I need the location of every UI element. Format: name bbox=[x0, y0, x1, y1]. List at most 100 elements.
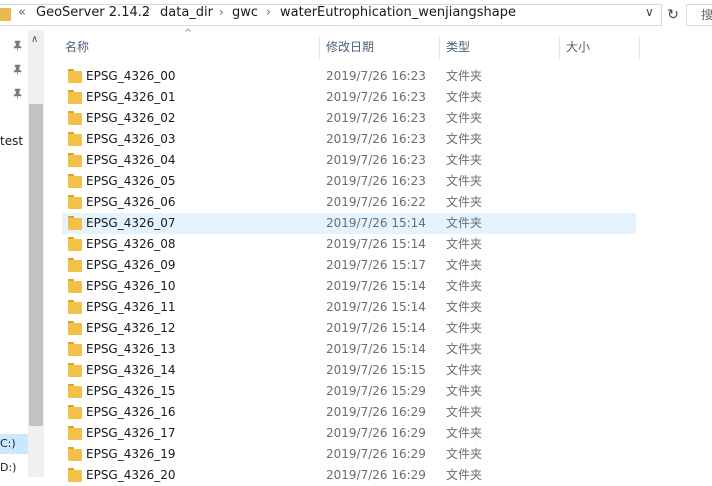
nav-scrollbar-thumb[interactable] bbox=[29, 104, 43, 426]
folder-icon bbox=[68, 111, 82, 125]
overflow-chevron[interactable]: « bbox=[18, 5, 26, 20]
file-name[interactable]: EPSG_4326_02 bbox=[86, 108, 176, 129]
file-row[interactable]: EPSG_4326_13 2019/7/26 15:14 文件夹 bbox=[62, 339, 636, 360]
file-type: 文件夹 bbox=[446, 132, 483, 146]
file-name[interactable]: EPSG_4326_14 bbox=[86, 360, 176, 381]
file-type: 文件夹 bbox=[446, 216, 483, 230]
file-row[interactable]: EPSG_4326_06 2019/7/26 16:22 文件夹 bbox=[62, 192, 636, 213]
file-row[interactable]: EPSG_4326_10 2019/7/26 15:14 文件夹 bbox=[62, 276, 636, 297]
file-name[interactable]: EPSG_4326_09 bbox=[86, 255, 176, 276]
file-name[interactable]: EPSG_4326_11 bbox=[86, 297, 176, 318]
column-divider[interactable] bbox=[639, 36, 640, 60]
file-type: 文件夹 bbox=[446, 447, 483, 461]
scroll-up-icon[interactable]: ∧ bbox=[31, 34, 38, 45]
file-type: 文件夹 bbox=[446, 153, 483, 167]
file-name[interactable]: EPSG_4326_19 bbox=[86, 444, 176, 465]
folder-icon bbox=[68, 132, 82, 146]
file-modified-date: 2019/7/26 15:14 bbox=[326, 300, 426, 314]
file-modified-date: 2019/7/26 15:14 bbox=[326, 279, 426, 293]
column-header-size[interactable]: 大小 bbox=[566, 36, 590, 58]
column-header-type[interactable]: 类型 bbox=[446, 36, 470, 58]
column-divider[interactable] bbox=[439, 36, 440, 60]
breadcrumb-data-dir[interactable]: data_dir bbox=[160, 5, 213, 20]
file-name[interactable]: EPSG_4326_10 bbox=[86, 276, 176, 297]
file-row[interactable]: EPSG_4326_04 2019/7/26 16:23 文件夹 bbox=[62, 150, 636, 171]
file-row[interactable]: EPSG_4326_11 2019/7/26 15:14 文件夹 bbox=[62, 297, 636, 318]
file-name[interactable]: EPSG_4326_08 bbox=[86, 234, 176, 255]
file-name[interactable]: EPSG_4326_01 bbox=[86, 87, 176, 108]
folder-icon bbox=[68, 279, 82, 293]
column-header-name[interactable]: 名称 bbox=[65, 36, 89, 58]
file-name[interactable]: EPSG_4326_12 bbox=[86, 318, 176, 339]
file-name[interactable]: EPSG_4326_00 bbox=[86, 66, 176, 87]
folder-icon bbox=[68, 174, 82, 188]
file-name[interactable]: EPSG_4326_20 bbox=[86, 465, 176, 486]
file-name[interactable]: EPSG_4326_15 bbox=[86, 381, 176, 402]
file-type: 文件夹 bbox=[446, 279, 483, 293]
file-name[interactable]: EPSG_4326_16 bbox=[86, 402, 176, 423]
file-type: 文件夹 bbox=[446, 69, 483, 83]
folder-icon bbox=[68, 363, 82, 377]
file-row[interactable]: EPSG_4326_17 2019/7/26 16:29 文件夹 bbox=[62, 423, 636, 444]
folder-icon bbox=[0, 8, 11, 21]
file-row[interactable]: EPSG_4326_08 2019/7/26 15:14 文件夹 bbox=[62, 234, 636, 255]
pin-icon[interactable] bbox=[12, 88, 26, 102]
folder-icon bbox=[68, 384, 82, 398]
file-row[interactable]: EPSG_4326_00 2019/7/26 16:23 文件夹 bbox=[62, 66, 636, 87]
file-type: 文件夹 bbox=[446, 363, 483, 377]
breadcrumb-current-folder[interactable]: waterEutrophication_wenjiangshape bbox=[280, 5, 516, 20]
file-row[interactable]: EPSG_4326_09 2019/7/26 15:17 文件夹 bbox=[62, 255, 636, 276]
nav-drive-c[interactable]: C:) bbox=[0, 434, 28, 454]
file-row[interactable]: EPSG_4326_14 2019/7/26 15:15 文件夹 bbox=[62, 360, 636, 381]
file-row[interactable]: EPSG_4326_07 2019/7/26 15:14 文件夹 bbox=[62, 213, 636, 234]
file-name[interactable]: EPSG_4326_17 bbox=[86, 423, 176, 444]
pin-icon[interactable] bbox=[12, 64, 26, 78]
file-row[interactable]: EPSG_4326_16 2019/7/26 16:29 文件夹 bbox=[62, 402, 636, 423]
file-row[interactable]: EPSG_4326_03 2019/7/26 16:23 文件夹 bbox=[62, 129, 636, 150]
column-header-modified[interactable]: 修改日期 bbox=[326, 36, 374, 58]
file-modified-date: 2019/7/26 16:22 bbox=[326, 195, 426, 209]
file-type: 文件夹 bbox=[446, 237, 483, 251]
file-name[interactable]: EPSG_4326_03 bbox=[86, 129, 176, 150]
refresh-button[interactable]: ↻ bbox=[664, 4, 682, 26]
breadcrumb-separator[interactable]: › bbox=[266, 5, 271, 19]
file-name[interactable]: EPSG_4326_06 bbox=[86, 192, 176, 213]
folder-icon bbox=[68, 195, 82, 209]
file-modified-date: 2019/7/26 15:14 bbox=[326, 342, 426, 356]
file-type: 文件夹 bbox=[446, 342, 483, 356]
file-type: 文件夹 bbox=[446, 405, 483, 419]
nav-drive-d[interactable]: D:) bbox=[0, 458, 28, 478]
file-row[interactable]: EPSG_4326_02 2019/7/26 16:23 文件夹 bbox=[62, 108, 636, 129]
file-row[interactable]: EPSG_4326_12 2019/7/26 15:14 文件夹 bbox=[62, 318, 636, 339]
file-name[interactable]: EPSG_4326_07 bbox=[86, 213, 176, 234]
file-row[interactable]: EPSG_4326_19 2019/7/26 16:29 文件夹 bbox=[62, 444, 636, 465]
file-name[interactable]: EPSG_4326_05 bbox=[86, 171, 176, 192]
file-modified-date: 2019/7/26 15:17 bbox=[326, 258, 426, 272]
address-dropdown-icon[interactable]: ∨ bbox=[645, 5, 654, 19]
file-modified-date: 2019/7/26 16:23 bbox=[326, 174, 426, 188]
nav-item-test[interactable]: test bbox=[0, 134, 23, 148]
pin-icon[interactable] bbox=[12, 40, 26, 54]
file-row[interactable]: EPSG_4326_05 2019/7/26 16:23 文件夹 bbox=[62, 171, 636, 192]
column-divider[interactable] bbox=[319, 36, 320, 60]
file-name[interactable]: EPSG_4326_13 bbox=[86, 339, 176, 360]
file-modified-date: 2019/7/26 16:29 bbox=[326, 405, 426, 419]
folder-icon bbox=[68, 300, 82, 314]
file-row[interactable]: EPSG_4326_01 2019/7/26 16:23 文件夹 bbox=[62, 87, 636, 108]
file-row[interactable]: EPSG_4326_15 2019/7/26 15:29 文件夹 bbox=[62, 381, 636, 402]
breadcrumb-separator[interactable]: › bbox=[145, 5, 150, 19]
file-modified-date: 2019/7/26 16:29 bbox=[326, 426, 426, 440]
breadcrumb-gwc[interactable]: gwc bbox=[232, 5, 258, 20]
file-modified-date: 2019/7/26 15:29 bbox=[326, 384, 426, 398]
folder-icon bbox=[68, 342, 82, 356]
folder-icon bbox=[68, 468, 82, 482]
file-row[interactable]: EPSG_4326_20 2019/7/26 16:29 文件夹 bbox=[62, 465, 636, 486]
search-input[interactable]: 搜 bbox=[686, 4, 712, 26]
column-divider[interactable] bbox=[559, 36, 560, 60]
breadcrumb-separator[interactable]: › bbox=[219, 5, 224, 19]
file-name[interactable]: EPSG_4326_04 bbox=[86, 150, 176, 171]
folder-icon bbox=[68, 447, 82, 461]
breadcrumb-geoserver[interactable]: GeoServer 2.14.2 bbox=[36, 5, 150, 20]
file-modified-date: 2019/7/26 16:29 bbox=[326, 447, 426, 461]
file-modified-date: 2019/7/26 15:14 bbox=[326, 216, 426, 230]
